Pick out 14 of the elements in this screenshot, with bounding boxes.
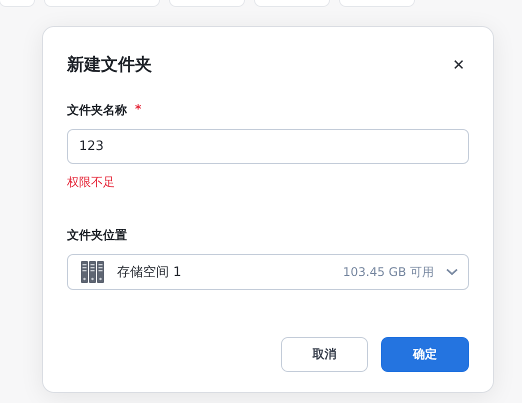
- error-message: 权限不足: [67, 174, 116, 191]
- location-dropdown[interactable]: 存储空间 1 103.45 GB 可用: [67, 254, 469, 290]
- field-label: 文件夹位置: [67, 227, 128, 244]
- chevron-down-icon: [446, 268, 458, 276]
- location-value: 存储空间 1: [117, 264, 182, 281]
- field-label: 文件夹名称: [67, 102, 127, 119]
- required-mark: *: [135, 102, 142, 118]
- folder-name-field[interactable]: 123: [67, 129, 469, 164]
- confirm-button[interactable]: 确定: [381, 337, 469, 372]
- server-icon: [81, 261, 105, 283]
- cancel-button[interactable]: 取消: [281, 337, 368, 372]
- free-space: 103.45 GB 可用: [342, 264, 434, 280]
- close-button[interactable]: ✕: [448, 56, 469, 74]
- dialog-title: 新建文件夹: [67, 54, 152, 76]
